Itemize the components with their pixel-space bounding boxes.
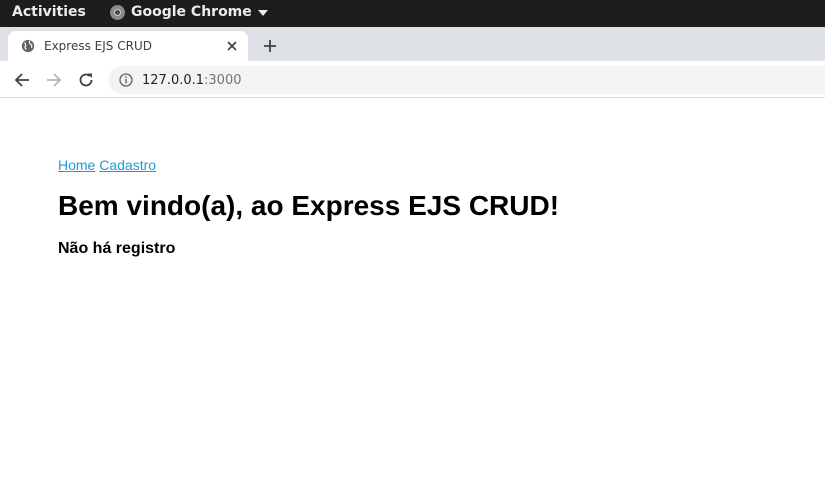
tab-active[interactable]: Express EJS CRUD xyxy=(8,31,248,61)
home-link[interactable]: Home xyxy=(58,157,95,173)
cadastro-link[interactable]: Cadastro xyxy=(99,157,156,173)
reload-icon xyxy=(79,73,93,87)
activities-button[interactable]: Activities xyxy=(12,4,86,20)
app-name: Google Chrome xyxy=(131,4,252,20)
forward-button[interactable] xyxy=(42,68,66,92)
globe-icon xyxy=(21,39,35,53)
caret-down-icon xyxy=(257,10,268,16)
empty-state-message: Não há registro xyxy=(58,240,176,257)
reload-button[interactable] xyxy=(74,68,98,92)
new-tab-button[interactable] xyxy=(259,35,281,57)
plus-icon xyxy=(264,40,276,52)
browser-toolbar: 127.0.0.1:3000 xyxy=(0,61,825,98)
chrome-icon xyxy=(110,4,125,20)
url-text: 127.0.0.1:3000 xyxy=(142,73,242,88)
page-title: Bem vindo(a), ao Express EJS CRUD! xyxy=(58,190,560,221)
page-content: Home Cadastro Bem vindo(a), ao Express E… xyxy=(58,99,818,258)
back-button[interactable] xyxy=(10,68,34,92)
url-host: 127.0.0.1 xyxy=(142,72,205,88)
arrow-left-icon xyxy=(14,73,29,87)
app-menu[interactable]: Google Chrome xyxy=(110,4,268,20)
info-icon[interactable] xyxy=(119,73,133,87)
tab-strip: Express EJS CRUD xyxy=(0,27,825,61)
close-tab-icon[interactable] xyxy=(224,38,240,54)
address-bar[interactable]: 127.0.0.1:3000 xyxy=(108,66,825,94)
tab-title: Express EJS CRUD xyxy=(44,39,152,53)
system-top-bar: Activities Google Chrome xyxy=(0,0,825,27)
page-nav: Home Cadastro xyxy=(58,157,818,173)
url-port: :3000 xyxy=(204,72,242,88)
arrow-right-icon xyxy=(47,73,62,87)
